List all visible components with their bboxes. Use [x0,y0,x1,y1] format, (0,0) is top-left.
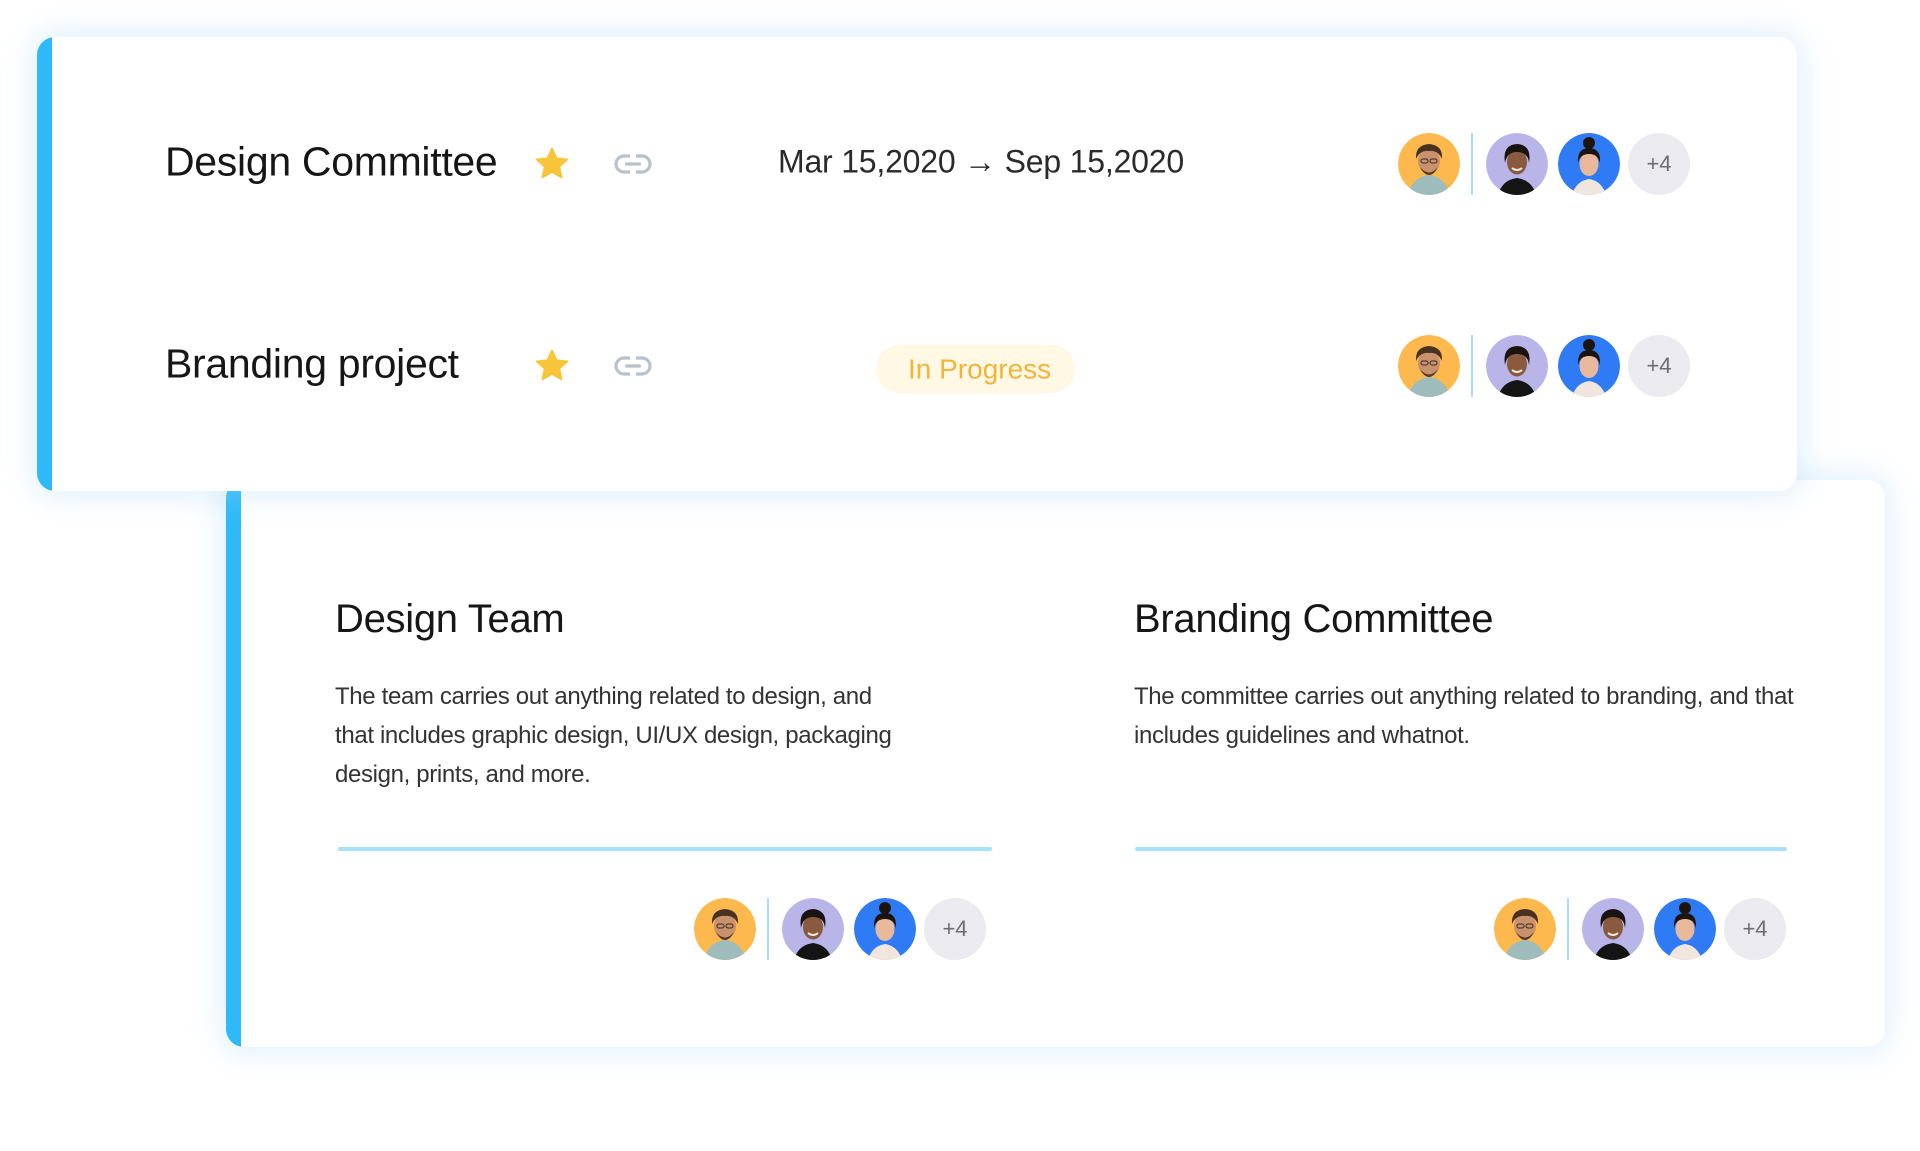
stage: Design Committee Mar 15,2020 → Sep 15,20… [0,0,1920,1151]
star-icon[interactable] [533,347,571,385]
more-members-badge[interactable]: +4 [924,898,986,960]
avatar-woman-bun[interactable] [1654,898,1716,960]
teams-card: Design Team The team carries out anythin… [226,480,1885,1047]
project-row[interactable]: Branding project In Progress +4 [37,331,1797,401]
team-description: The team carries out anything related to… [335,683,892,788]
avatar-separator [1567,898,1569,960]
team-title[interactable]: Design Team [335,597,565,642]
link-icon[interactable] [613,152,653,176]
avatar-woman-dark-hair[interactable] [1486,133,1548,195]
card-accent-bar [226,480,241,1047]
card-accent-bar [37,37,52,491]
avatar-woman-bun[interactable] [1558,335,1620,397]
project-title[interactable]: Branding project [165,341,459,388]
more-members-badge[interactable]: +4 [1628,133,1690,195]
avatar-woman-dark-hair[interactable] [1582,898,1644,960]
projects-card: Design Committee Mar 15,2020 → Sep 15,20… [37,37,1797,491]
avatar-woman-dark-hair[interactable] [782,898,844,960]
team-divider [338,847,992,851]
avatar-separator [1471,133,1473,195]
avatar-man-curly-hair[interactable] [1398,335,1460,397]
member-avatars[interactable]: +4 [1398,132,1690,196]
avatar-man-curly-hair[interactable] [1398,133,1460,195]
team-divider [1135,847,1787,851]
member-avatars[interactable]: +4 [1398,334,1690,398]
team-description: The committee carries out anything relat… [1134,683,1794,749]
avatar-man-curly-hair[interactable] [1494,898,1556,960]
more-members-badge[interactable]: +4 [1724,898,1786,960]
link-icon[interactable] [613,354,653,378]
project-title[interactable]: Design Committee [165,139,498,186]
avatar-woman-bun[interactable] [854,898,916,960]
status-badge: In Progress [876,344,1076,394]
project-row[interactable]: Design Committee Mar 15,2020 → Sep 15,20… [37,129,1797,199]
avatar-man-curly-hair[interactable] [694,898,756,960]
avatar-woman-bun[interactable] [1558,133,1620,195]
more-members-badge[interactable]: +4 [1628,335,1690,397]
member-avatars[interactable]: +4 [1494,897,1786,961]
avatar-separator [1471,335,1473,397]
avatar-woman-dark-hair[interactable] [1486,335,1548,397]
star-icon[interactable] [533,145,571,183]
date-range: Mar 15,2020 → Sep 15,2020 [778,143,1184,180]
member-avatars[interactable]: +4 [694,897,986,961]
team-title[interactable]: Branding Committee [1134,597,1494,642]
avatar-separator [767,898,769,960]
